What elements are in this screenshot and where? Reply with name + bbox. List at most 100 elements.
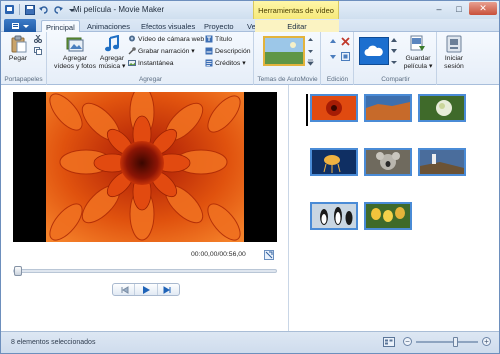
caption-icon [205,47,213,55]
add-music-label-1: Agregar [99,55,125,62]
zoom-slider[interactable] [416,336,478,347]
quick-access-toolbar [4,4,77,15]
paste-button[interactable]: Pegar [5,35,31,63]
group-label-automovie: Temas de AutoMovie [257,76,318,83]
storyboard-pane [290,85,499,331]
chevron-down-icon [22,24,29,28]
save-movie-label-1: Guardar [405,55,431,62]
clip-thumbnail [420,96,464,120]
group-automovie: Temas de AutoMovie [255,32,321,85]
group-label-edicion: Edición [326,76,349,83]
sign-in-label-2: sesión [444,62,464,70]
select-all-button[interactable] [341,52,350,61]
title-icon [205,35,213,43]
play-icon [142,285,150,294]
save-movie-icon [410,35,425,51]
title-button[interactable]: Título [205,35,232,43]
chevron-down-icon [308,49,313,53]
clip-tulips[interactable] [364,202,412,230]
previous-frame-button[interactable] [113,284,136,295]
automovie-theme-thumbnail[interactable] [263,36,305,66]
gallery-expand-icon [307,59,314,66]
save-movie-button[interactable]: Guardar película ▾ [401,35,435,70]
group-agregar: Agregar vídeos y fotos Agregar música ▾ … [48,32,254,85]
group-label-compartir: Compartir [381,76,410,83]
sign-in-button[interactable]: Iniciar sesión [440,35,468,70]
qat-separator [19,4,20,15]
cut-button[interactable] [34,35,42,43]
clip-penguins[interactable] [310,202,358,230]
chevron-up-icon [308,38,313,41]
group-label-portapapeles: Portapapeles [4,76,43,83]
undo-icon[interactable] [38,4,49,15]
clip-desert[interactable] [364,94,412,122]
copy-button[interactable] [34,47,42,55]
snapshot-label: Instantánea [138,59,174,67]
ribbon-tab-row: Principal Animaciones Efectos visuales P… [1,19,499,33]
cloud-icon [364,45,383,56]
clip-hydrangea[interactable] [418,94,466,122]
status-bar: 8 elementos seleccionados − + [1,331,499,353]
save-icon[interactable] [24,4,35,15]
clip-thumbnail [312,150,356,174]
add-videos-photos-button[interactable]: Agregar vídeos y fotos [53,35,97,70]
clip-thumbnail [420,150,464,174]
clip-lighthouse[interactable] [418,148,466,176]
scissors-icon [34,35,42,43]
zoom-out-button[interactable]: − [403,337,412,346]
remove-button[interactable] [341,37,350,46]
close-button[interactable]: ✕ [469,2,497,15]
flower-image [46,92,244,242]
expand-preview-icon [265,251,273,259]
storyboard-view-icon [383,337,395,347]
credits-icon [205,59,213,67]
rotate-left-button[interactable] [328,37,337,46]
split-preview-button[interactable] [264,250,274,260]
webcam-label: Vídeo de cámara web [138,35,205,43]
rotate-right-icon [330,55,336,59]
microphone-icon [128,47,136,55]
snapshot-button[interactable]: Instantánea [128,59,174,67]
seek-bar[interactable] [13,269,277,273]
minimize-button[interactable]: – [429,2,449,15]
narration-label: Grabar narración ▾ [138,48,195,55]
zoom-thumb[interactable] [453,336,458,347]
file-menu-button[interactable] [4,19,36,32]
credits-button[interactable]: Créditos ▾ [205,59,246,67]
music-note-icon [105,35,119,52]
snapshot-icon [128,60,136,66]
rotate-right-button[interactable] [328,52,337,61]
zoom-in-button[interactable]: + [482,337,491,346]
window-controls: – □ ✕ [429,2,497,15]
webcam-video-button[interactable]: Vídeo de cámara web [128,35,204,43]
onedrive-share-button[interactable] [359,37,389,65]
clip-jellyfish[interactable] [310,148,358,176]
add-videos-label-2: vídeos y fotos [54,62,96,70]
gallery-expand-icon [391,61,397,64]
rotate-left-icon [330,39,336,43]
caption-button[interactable]: Descripción [205,47,251,55]
playback-controls [112,283,180,296]
clip-flower[interactable] [310,94,358,122]
sign-in-label-1: Iniciar [444,55,464,62]
clip-koala[interactable] [364,148,412,176]
automovie-gallery-scroll[interactable] [307,36,314,66]
video-tools-contextual-header: Herramientas de vídeo [253,1,339,19]
playback-time: 00:00,00/00:56,00 [191,251,246,258]
app-menu-icon[interactable] [4,4,15,15]
redo-icon[interactable] [52,4,63,15]
maximize-button[interactable]: □ [449,2,469,15]
title-label: Título [215,35,232,43]
automovie-theme-image [265,38,303,64]
next-frame-button[interactable] [158,284,179,295]
video-preview[interactable] [13,92,277,242]
seek-thumb[interactable] [14,266,22,276]
record-narration-button[interactable]: Grabar narración ▾ [128,47,195,55]
caption-label: Descripción [215,47,251,55]
group-sesion: Iniciar sesión [438,32,468,85]
storyboard-playhead[interactable] [306,94,308,126]
add-music-button[interactable]: Agregar música ▾ [97,35,127,70]
share-gallery-scroll[interactable] [391,37,397,65]
play-button[interactable] [135,284,158,295]
storyboard-view-button[interactable] [383,337,395,349]
